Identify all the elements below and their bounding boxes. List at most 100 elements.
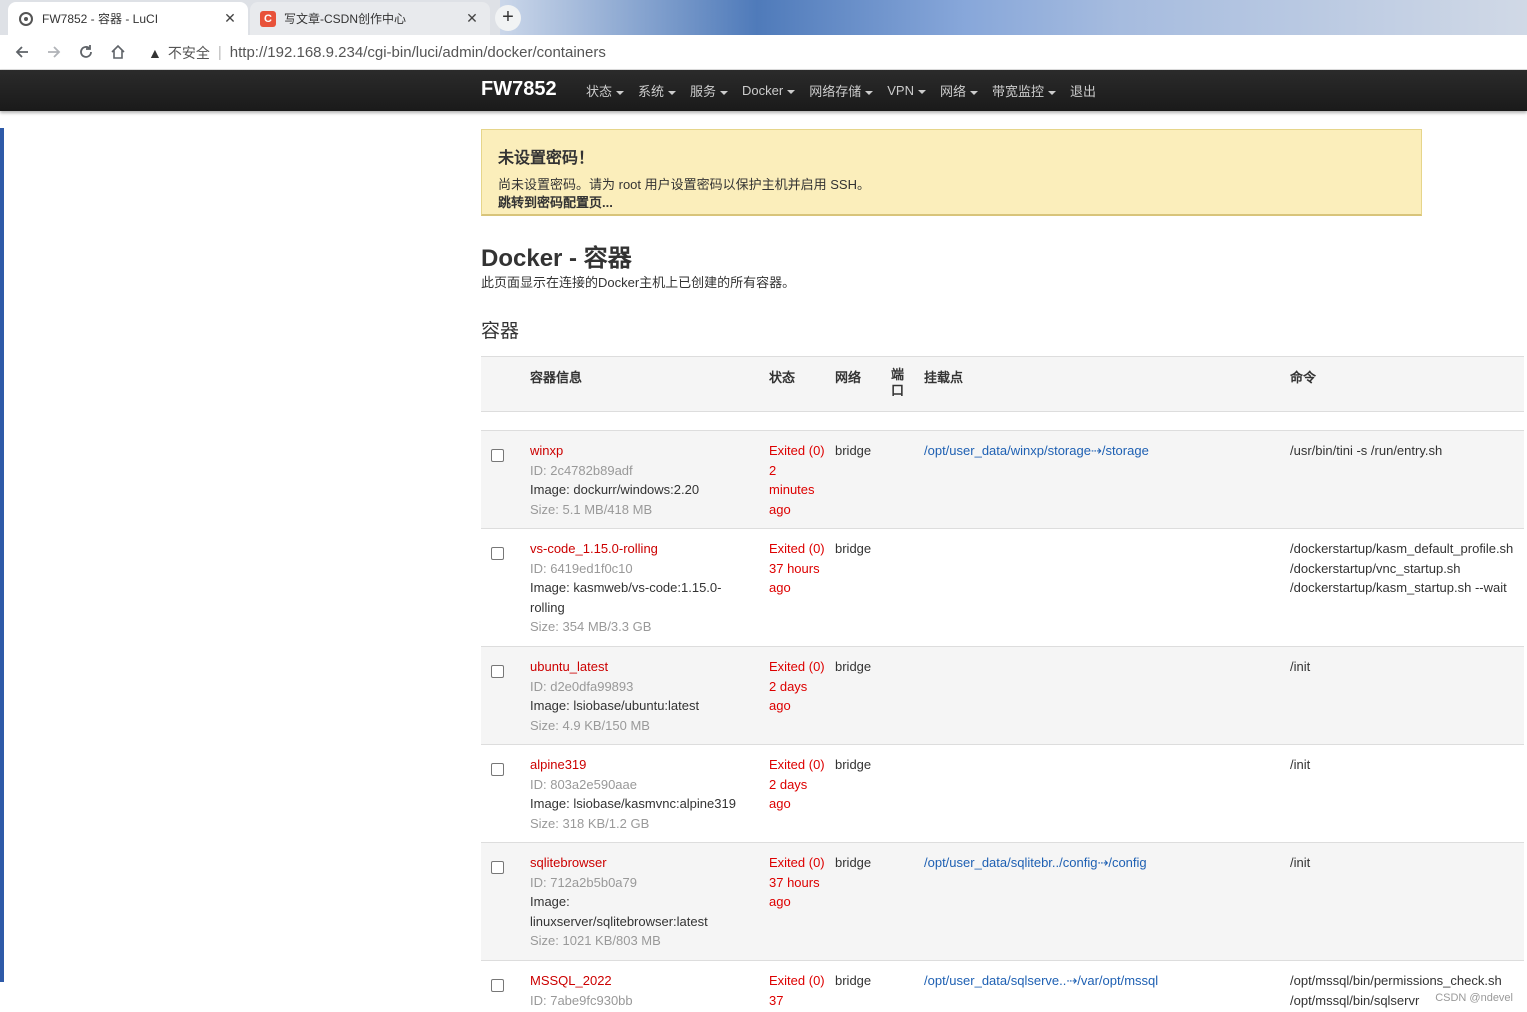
table-header: 容器信息 状态 网络 端口 挂载点 命令 bbox=[481, 356, 1524, 412]
menu-label: 状态 bbox=[586, 84, 613, 99]
container-network: bridge bbox=[835, 659, 872, 674]
caret-down-icon bbox=[917, 89, 926, 94]
caret-down-icon bbox=[865, 90, 874, 95]
container-command: /init bbox=[1290, 659, 1311, 674]
menu-item-bandwidth[interactable]: 带宽监控 bbox=[992, 81, 1057, 100]
container-command: /init bbox=[1290, 855, 1311, 870]
table-row: vs-code_1.15.0-rolling ID: 6419ed1f0c10 … bbox=[481, 529, 1524, 647]
table-row: alpine319 ID: 803a2e590aae Image: lsioba… bbox=[481, 745, 1524, 843]
row-checkbox[interactable] bbox=[491, 547, 504, 560]
container-id: ID: 712a2b5b0a79 bbox=[530, 874, 637, 890]
menu-label: 网络 bbox=[939, 84, 966, 99]
container-mount-link[interactable]: /opt/user_data/winxp/storage⇢/storage bbox=[924, 441, 1149, 461]
page-description: 此页面显示在连接的Docker主机上已创建的所有容器。 bbox=[481, 275, 796, 290]
close-icon[interactable]: ✕ bbox=[222, 10, 238, 27]
container-status: Exited (0) 2 days ago bbox=[769, 659, 825, 713]
home-icon[interactable] bbox=[102, 36, 134, 68]
container-info-cell: MSSQL_2022 ID: 7abe9fc930bb bbox=[530, 971, 750, 1010]
security-label: 不安全 bbox=[167, 44, 210, 61]
container-size: Size: 1021 KB/803 MB bbox=[530, 933, 661, 948]
row-checkbox[interactable] bbox=[491, 449, 504, 462]
tabstrip-background bbox=[500, 0, 1527, 35]
csdn-favicon-icon: C bbox=[260, 10, 276, 27]
brand-logo[interactable]: FW7852 bbox=[481, 78, 557, 101]
address-bar[interactable]: ▲ 不安全 | http://192.168.9.234/cgi-bin/luc… bbox=[140, 38, 1527, 67]
container-status: Exited (0) 37 hours ago bbox=[769, 855, 825, 909]
caret-down-icon bbox=[668, 90, 677, 95]
container-id: ID: 2c4782b89adf bbox=[530, 462, 633, 478]
main-menu: 状态 系统 服务 Docker 网络存储 VPN 网络 带宽监控 退出 bbox=[586, 70, 1110, 111]
column-header-network: 网络 bbox=[835, 370, 862, 385]
menu-label: 退出 bbox=[1070, 84, 1097, 99]
row-checkbox[interactable] bbox=[491, 861, 504, 874]
close-icon[interactable]: ✕ bbox=[464, 10, 480, 27]
menu-label: Docker bbox=[742, 83, 784, 98]
container-mount-link[interactable]: /opt/user_data/sqlserve..⇢/var/opt/mssql bbox=[924, 971, 1158, 991]
menu-item-status[interactable]: 状态 bbox=[586, 81, 625, 100]
browser-tab-csdn[interactable]: C 写文章-CSDN创作中心 ✕ bbox=[250, 2, 490, 35]
containers-table: 容器信息 状态 网络 端口 挂载点 命令 winxp ID: 2c4782b89… bbox=[481, 356, 1524, 1012]
caret-down-icon bbox=[616, 90, 625, 95]
container-info-cell: winxp ID: 2c4782b89adf Image: dockurr/wi… bbox=[530, 441, 750, 519]
password-warning-alert: 未设置密码！ 尚未设置密码。请为 root 用户设置密码以保护主机并启用 SSH… bbox=[481, 129, 1422, 216]
container-command: /usr/bin/tini -s /run/entry.sh bbox=[1290, 443, 1443, 458]
menu-item-nas[interactable]: 网络存储 bbox=[809, 81, 874, 100]
back-arrow-icon[interactable] bbox=[6, 36, 38, 68]
container-name-link[interactable]: winxp bbox=[530, 441, 750, 461]
url-text[interactable]: http://192.168.9.234/cgi-bin/luci/admin/… bbox=[230, 44, 606, 61]
container-status: Exited (0) 2 days ago bbox=[769, 757, 825, 811]
menu-item-network[interactable]: 网络 bbox=[940, 81, 978, 100]
container-network: bridge bbox=[835, 541, 872, 556]
browser-toolbar: ▲ 不安全 | http://192.168.9.234/cgi-bin/luc… bbox=[0, 35, 1527, 70]
menu-item-logout[interactable]: 退出 bbox=[1070, 81, 1096, 100]
tab-title: FW7852 - 容器 - LuCI bbox=[42, 12, 159, 26]
caret-down-icon bbox=[1048, 90, 1057, 95]
menu-item-system[interactable]: 系统 bbox=[638, 81, 677, 100]
row-checkbox[interactable] bbox=[491, 763, 504, 776]
browser-tab-luci[interactable]: FW7852 - 容器 - LuCI ✕ bbox=[8, 2, 248, 35]
browser-tab-strip: FW7852 - 容器 - LuCI ✕ C 写文章-CSDN创作中心 ✕ + bbox=[0, 0, 1527, 35]
container-id: ID: 6419ed1f0c10 bbox=[530, 560, 633, 576]
container-command: /opt/mssql/bin/permissions_check.sh /opt… bbox=[1290, 973, 1502, 1008]
container-image: Image: dockurr/windows:2.20 bbox=[530, 482, 700, 497]
container-mount-link[interactable]: /opt/user_data/sqlitebr../config⇢/config bbox=[924, 853, 1147, 873]
menu-item-vpn[interactable]: VPN bbox=[887, 83, 926, 98]
container-size: Size: 354 MB/3.3 GB bbox=[530, 619, 652, 634]
container-info-cell: alpine319 ID: 803a2e590aae Image: lsioba… bbox=[530, 755, 750, 833]
divider: | bbox=[217, 44, 222, 61]
menu-label: 带宽监控 bbox=[992, 84, 1045, 99]
container-name-link[interactable]: ubuntu_latest bbox=[530, 657, 750, 677]
menu-item-services[interactable]: 服务 bbox=[690, 81, 729, 100]
column-header-status: 状态 bbox=[769, 370, 796, 385]
forward-arrow-icon[interactable] bbox=[38, 36, 70, 68]
container-name-link[interactable]: MSSQL_2022 bbox=[530, 971, 750, 991]
container-id: ID: d2e0dfa99893 bbox=[530, 678, 634, 694]
column-header-mounts: 挂载点 bbox=[924, 370, 964, 385]
page-title: Docker - 容器 bbox=[481, 245, 632, 272]
table-spacer-row bbox=[481, 412, 1524, 431]
menu-label: 系统 bbox=[638, 84, 665, 99]
column-header-command: 命令 bbox=[1290, 370, 1317, 385]
container-size: Size: 4.9 KB/150 MB bbox=[530, 717, 650, 733]
container-name-link[interactable]: alpine319 bbox=[530, 755, 750, 775]
row-checkbox[interactable] bbox=[491, 979, 504, 992]
section-title: 容器 bbox=[481, 321, 520, 342]
menu-item-docker[interactable]: Docker bbox=[742, 83, 796, 98]
container-name-link[interactable]: vs-code_1.15.0-rolling bbox=[530, 539, 750, 559]
row-checkbox[interactable] bbox=[491, 665, 504, 678]
container-name-link[interactable]: sqlitebrowser bbox=[530, 853, 745, 873]
csdn-watermark: CSDN @ndevel bbox=[1435, 992, 1513, 1004]
reload-icon[interactable] bbox=[70, 36, 102, 68]
container-network: bridge bbox=[835, 757, 872, 772]
container-info-cell: vs-code_1.15.0-rolling ID: 6419ed1f0c10 … bbox=[530, 539, 750, 637]
alert-title: 未设置密码！ bbox=[498, 150, 595, 167]
tab-title: 写文章-CSDN创作中心 bbox=[284, 12, 406, 26]
container-info-cell: ubuntu_latest ID: d2e0dfa99893 Image: ls… bbox=[530, 657, 750, 735]
new-tab-button[interactable]: + bbox=[495, 5, 521, 31]
luci-favicon-icon bbox=[18, 11, 34, 27]
password-config-link[interactable]: 跳转到密码配置页... bbox=[498, 194, 1405, 212]
container-command: /dockerstartup/kasm_default_profile.sh /… bbox=[1290, 541, 1514, 595]
caret-down-icon bbox=[720, 90, 729, 95]
table-row: sqlitebrowser ID: 712a2b5b0a79 Image: li… bbox=[481, 843, 1524, 961]
table-row: ubuntu_latest ID: d2e0dfa99893 Image: ls… bbox=[481, 647, 1524, 745]
